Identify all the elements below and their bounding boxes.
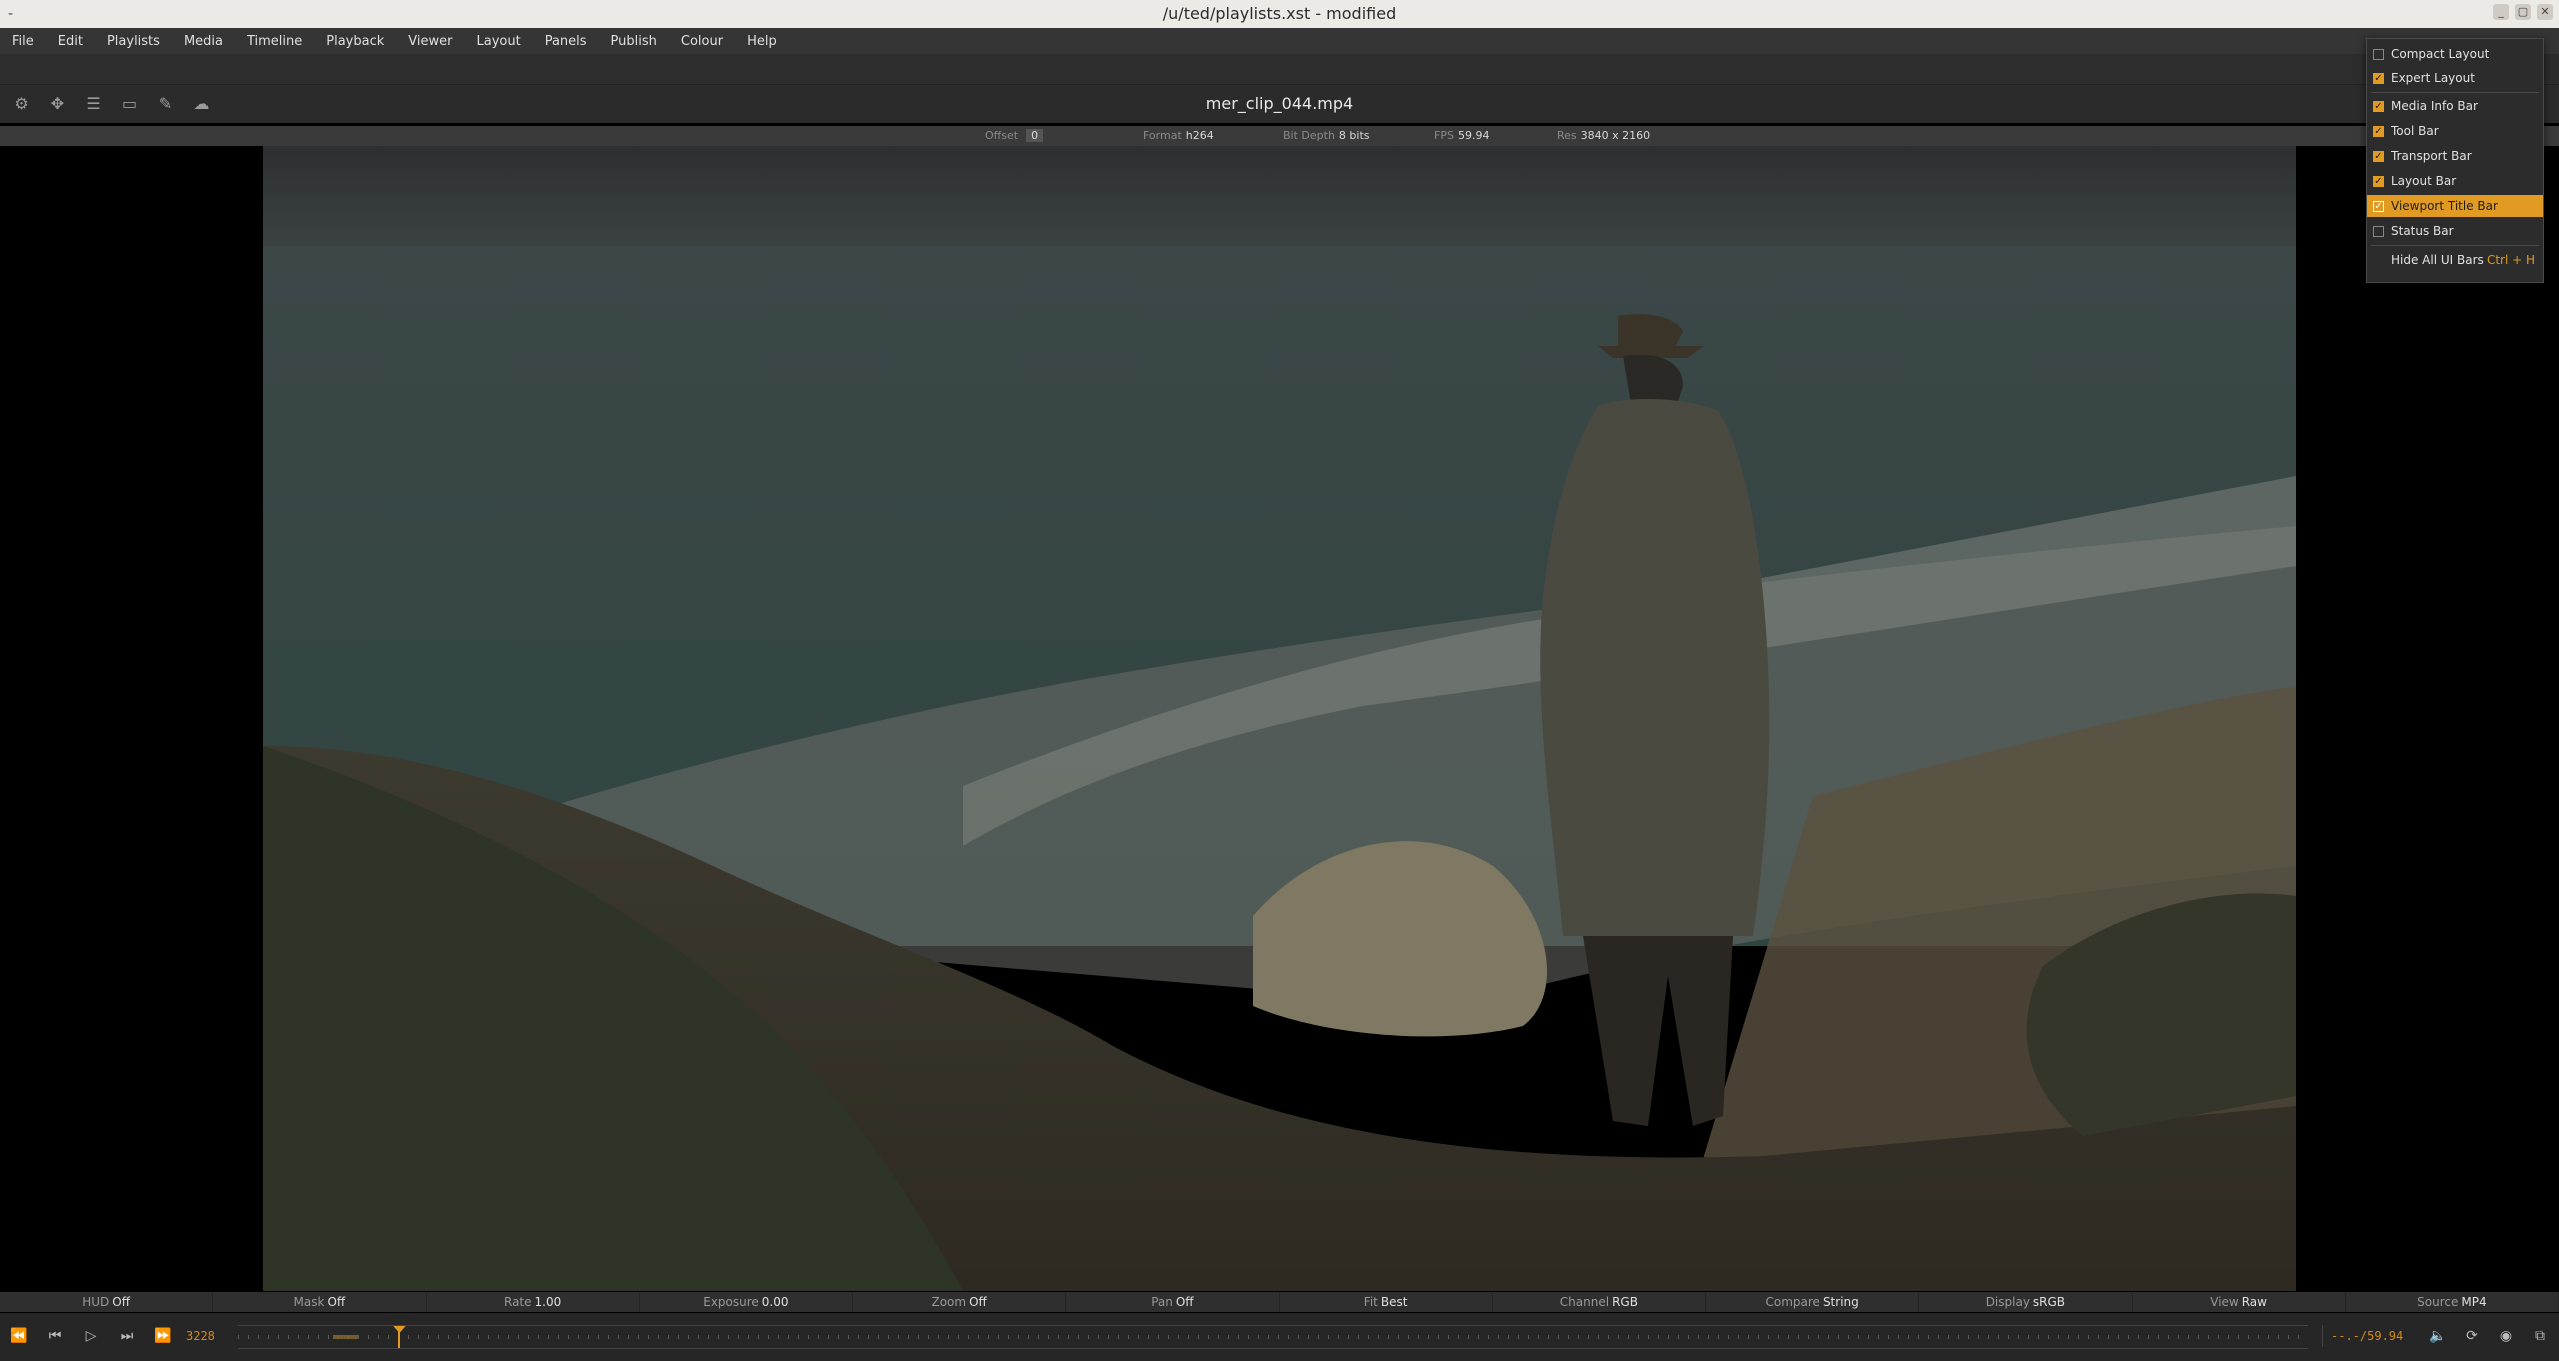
status-channel[interactable]: Channel RGB [1493,1292,1706,1312]
close-icon[interactable]: ✕ [2537,4,2553,20]
window-title: /u/ted/playlists.xst - modified [1162,4,1397,23]
menu-colour[interactable]: Colour [669,34,735,49]
viewport[interactable] [0,146,2559,1291]
menu-item-transport-bar[interactable]: ✓ Transport Bar [2367,145,2543,167]
offset-input[interactable]: 0 [1026,129,1044,142]
window-menu-icon[interactable]: - [8,0,13,28]
viewer-toolbar: mer_clip_044.mp4 ⚙ ✥ ☰ ▭ ✎ ☁ [0,85,2559,123]
menu-separator [2371,92,2539,93]
volume-icon[interactable]: 🔈 [2427,1325,2449,1347]
snapshot-camera-icon[interactable]: ◉ [2495,1325,2517,1347]
play-icon[interactable]: ▷ [80,1325,102,1347]
menu-file[interactable]: File [0,34,46,49]
menu-viewer[interactable]: Viewer [396,34,464,49]
status-fit[interactable]: Fit Best [1280,1292,1493,1312]
checkbox-checked-icon: ✓ [2373,126,2384,137]
status-pan[interactable]: Pan Off [1066,1292,1280,1312]
current-frame[interactable]: 3228 [186,1325,226,1347]
settings-gear-icon[interactable]: ⚙ [10,93,33,115]
layout-bar [0,54,2559,85]
menu-media[interactable]: Media [172,34,235,49]
menu-item-media-info-bar[interactable]: ✓ Media Info Bar [2367,95,2543,117]
loop-icon[interactable]: ⟳ [2461,1325,2483,1347]
info-bitdepth: Bit Depth 8 bits [1283,129,1370,142]
status-compare[interactable]: Compare String [1706,1292,1920,1312]
menu-item-viewport-title-bar[interactable]: ✓ Viewport Title Bar [2367,195,2543,217]
checkbox-checked-icon: ✓ [2373,101,2384,112]
time-readout: --.-/59.94 [2322,1325,2421,1347]
menu-publish[interactable]: Publish [599,34,669,49]
clip-title: mer_clip_044.mp4 [1205,94,1354,113]
video-frame-image [263,146,2296,1291]
timeline-ticks [238,1335,2308,1339]
step-back-icon[interactable]: ⏮ [44,1325,66,1347]
info-fps: FPS 59.94 [1434,129,1490,142]
checkbox-checked-icon: ✓ [2373,176,2384,187]
info-resolution: Res 3840 x 2160 [1557,129,1651,142]
step-forward-icon[interactable]: ⏭ [116,1325,138,1347]
status-exposure[interactable]: Exposure 0.00 [640,1292,853,1312]
menu-separator [2371,245,2539,246]
loop-range-marker[interactable] [333,1335,358,1339]
checkbox-checked-icon: ✓ [2373,151,2384,162]
menu-item-hide-all-ui-bars[interactable]: Hide All UI Bars Ctrl + H [2367,249,2543,271]
transport-bar: ⏪ ⏮ ▷ ⏭ ⏩ 3228 --.-/59.94 🔈 ⟳ ◉ ⧉ [0,1313,2559,1361]
checkbox-checked-icon: ✓ [2373,201,2384,212]
menu-panels[interactable]: Panels [533,34,599,49]
menubar: File Edit Playlists Media Timeline Playb… [0,28,2559,54]
timeline-scrubber[interactable] [238,1325,2308,1349]
menu-item-status-bar[interactable]: Status Bar [2367,220,2543,242]
menu-item-tool-bar[interactable]: ✓ Tool Bar [2367,120,2543,142]
info-format: Format h264 [1143,129,1214,142]
draw-brush-icon[interactable]: ✎ [154,93,177,115]
maximize-icon[interactable]: ▢ [2515,4,2531,20]
menu-layout[interactable]: Layout [464,34,532,49]
status-mask[interactable]: Mask Off [213,1292,427,1312]
status-rate[interactable]: Rate 1.00 [427,1292,640,1312]
checkbox-icon [2373,49,2384,60]
status-bar: HUD Off Mask Off Rate 1.00 Exposure 0.00 Zoo… [0,1292,2559,1312]
menu-item-layout-bar[interactable]: ✓ Layout Bar [2367,170,2543,192]
menu-playlists[interactable]: Playlists [95,34,172,49]
checkbox-icon [2373,226,2384,237]
media-info-bar: Offset 0 Format h264 Bit Depth 8 bits FPS 59… [0,126,2559,146]
menu-edit[interactable]: Edit [46,34,95,49]
status-hud[interactable]: HUD Off [0,1292,214,1312]
move-icon[interactable]: ✥ [46,93,69,115]
annotation-comment-icon[interactable]: ▭ [118,93,141,115]
cloud-sync-icon[interactable]: ☁ [190,93,213,115]
layout-bars-menu: Compact Layout ✓ Expert Layout ✓ Media Inf… [2366,38,2544,283]
menu-help[interactable]: Help [735,34,789,49]
status-zoom[interactable]: Zoom Off [853,1292,1067,1312]
checkbox-checked-icon: ✓ [2373,73,2384,84]
menu-playback[interactable]: Playback [314,34,396,49]
menu-timeline[interactable]: Timeline [235,34,314,49]
window-titlebar: - /u/ted/playlists.xst - modified _ ▢ ✕ [0,0,2559,28]
popout-icon[interactable]: ⧉ [2529,1325,2551,1347]
fast-forward-icon[interactable]: ⏩ [152,1325,174,1347]
rewind-icon[interactable]: ⏪ [8,1325,30,1347]
status-display[interactable]: Display sRGB [1919,1292,2133,1312]
shortcut-label: Ctrl + H [2486,253,2535,267]
status-source[interactable]: Source MP4 [2346,1292,2559,1312]
status-view[interactable]: View Raw [2133,1292,2346,1312]
menu-item-compact-layout[interactable]: Compact Layout [2367,43,2543,65]
sliders-icon[interactable]: ☰ [82,93,105,115]
minimize-icon[interactable]: _ [2493,4,2509,20]
info-offset: Offset 0 [985,129,1044,142]
menu-item-expert-layout[interactable]: ✓ Expert Layout [2367,67,2543,89]
